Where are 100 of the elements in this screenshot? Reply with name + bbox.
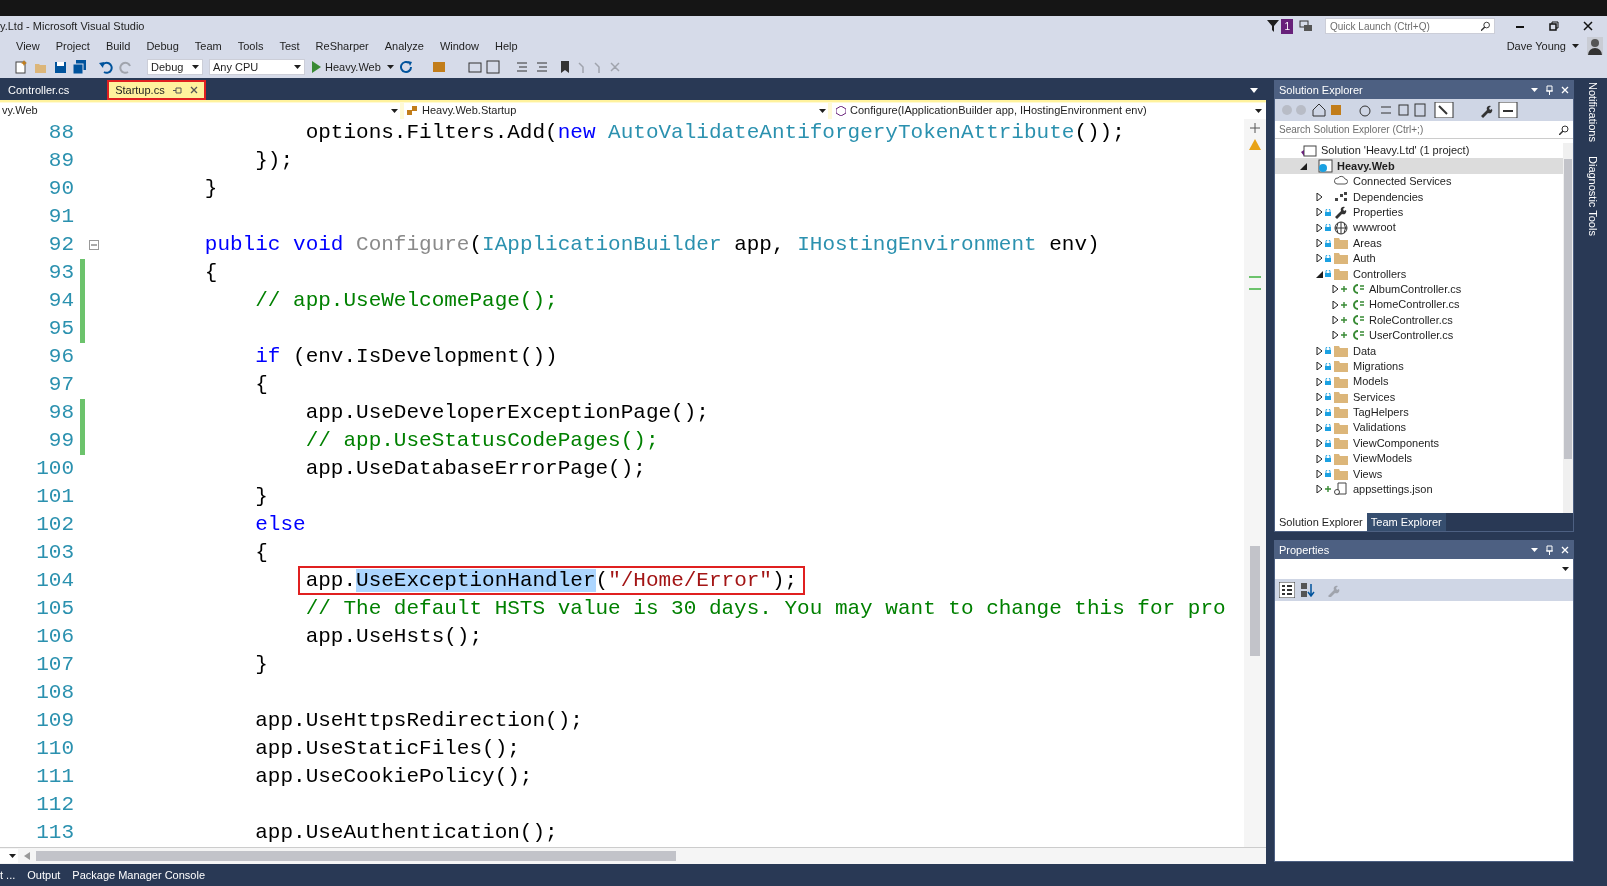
tree-item[interactable]: appsettings.json — [1275, 481, 1563, 497]
panel-tab[interactable]: Solution Explorer — [1275, 513, 1367, 531]
restore-icon[interactable] — [1549, 21, 1559, 31]
expand-arrow-icon[interactable] — [1315, 469, 1323, 478]
tree-item[interactable]: Connected Services — [1275, 173, 1563, 190]
caret-icon[interactable] — [1531, 548, 1538, 552]
expand-arrow-icon[interactable] — [1315, 223, 1323, 232]
expand-arrow-icon[interactable] — [1315, 408, 1323, 417]
tree-item[interactable]: Controllers — [1275, 266, 1563, 282]
scroll-left-icon[interactable] — [24, 852, 30, 860]
tree-item[interactable]: Areas — [1275, 235, 1563, 251]
tool-window-tab[interactable]: Package Manager Console — [72, 866, 205, 884]
menu-item[interactable]: Project — [47, 37, 98, 55]
collapse-arrow-icon[interactable] — [1315, 269, 1323, 278]
expand-arrow-icon[interactable] — [1315, 192, 1323, 201]
collapse-arrow-icon[interactable] — [1299, 162, 1307, 171]
caret-icon[interactable] — [1531, 88, 1538, 92]
code-line: app.UseCookiePolicy(); — [254, 764, 533, 791]
collapse-icon[interactable] — [89, 240, 99, 250]
feedback-icon[interactable] — [1299, 20, 1313, 32]
project-dropdown[interactable]: vy.Web — [0, 102, 400, 119]
menu-item[interactable]: Help — [487, 37, 526, 55]
expand-arrow-icon[interactable] — [1331, 285, 1339, 294]
save-all-icon[interactable] — [73, 60, 87, 74]
tree-item[interactable]: Services — [1275, 389, 1563, 405]
tree-item[interactable]: Models — [1275, 373, 1563, 390]
tree-item[interactable]: HomeController.cs — [1275, 296, 1563, 313]
tree-item[interactable]: Migrations — [1275, 358, 1563, 374]
close-icon[interactable] — [1583, 21, 1593, 31]
pin-icon[interactable] — [172, 86, 182, 94]
menu-item[interactable]: Build — [97, 37, 139, 55]
tree-item[interactable]: Dependencies — [1275, 189, 1563, 205]
sort-alphabetical-icon[interactable] — [1301, 583, 1315, 597]
configuration-dropdown[interactable]: Debug — [147, 59, 203, 75]
play-icon[interactable] — [311, 61, 321, 73]
user-name[interactable]: Dave Young — [1506, 37, 1566, 55]
categorized-icon[interactable] — [1279, 582, 1295, 598]
menu-item[interactable]: Analyze — [376, 37, 432, 55]
tree-item[interactable]: Validations — [1275, 420, 1563, 436]
expand-arrow-icon[interactable] — [1331, 300, 1339, 309]
expand-arrow-icon[interactable] — [1331, 316, 1339, 324]
expand-arrow-icon[interactable] — [1315, 392, 1323, 401]
menu-item[interactable]: Test — [271, 37, 308, 55]
refresh-icon[interactable] — [399, 60, 413, 74]
vertical-scrollbar[interactable] — [1244, 119, 1266, 847]
expand-arrow-icon[interactable] — [1315, 485, 1323, 494]
quick-launch-field[interactable]: Quick Launch (Ctrl+Q) — [1325, 18, 1495, 34]
filter-icon[interactable] — [1267, 20, 1280, 32]
platform-dropdown[interactable]: Any CPU — [209, 59, 305, 75]
tree-item-label: TagHelpers — [1353, 405, 1409, 421]
tool-window-tab[interactable]: t ... — [0, 866, 16, 884]
tree-item[interactable]: ViewModels — [1275, 450, 1563, 467]
document-tab[interactable]: Controller.cs — [0, 80, 78, 100]
scrollbar-thumb[interactable] — [1250, 546, 1260, 656]
save-icon[interactable] — [54, 60, 67, 74]
tab-list-caret-icon[interactable] — [1250, 88, 1258, 93]
type-dropdown[interactable]: Heavy.Web.Startup — [404, 102, 828, 119]
expand-arrow-icon[interactable] — [1315, 423, 1323, 432]
menu-item[interactable]: Debug — [138, 37, 187, 55]
menu-item[interactable]: ReSharper — [307, 37, 377, 55]
menu-item[interactable]: Team — [186, 37, 230, 55]
tree-item[interactable]: TagHelpers — [1275, 404, 1563, 421]
menu-item[interactable]: View — [8, 37, 48, 55]
document-tab[interactable]: Startup.cs — [107, 80, 206, 100]
tree-item[interactable]: AlbumController.cs — [1275, 281, 1563, 297]
expand-arrow-icon[interactable] — [1331, 331, 1339, 340]
expand-arrow-icon[interactable] — [1315, 346, 1323, 355]
expand-arrow-icon[interactable] — [1315, 454, 1323, 463]
expand-arrow-icon[interactable] — [1315, 208, 1323, 217]
expand-arrow-icon[interactable] — [1315, 439, 1323, 448]
side-tab[interactable]: Notifications — [1584, 82, 1601, 142]
horizontal-scrollbar-thumb[interactable] — [36, 851, 676, 861]
panel-tab[interactable]: Team Explorer — [1366, 513, 1446, 531]
avatar[interactable] — [1587, 37, 1603, 55]
tree-item[interactable]: RoleController.cs — [1275, 312, 1563, 328]
tree-item[interactable]: ViewComponents — [1275, 435, 1563, 451]
zoom-dropdown[interactable] — [0, 849, 18, 863]
tool-window-tab[interactable]: Output — [27, 866, 61, 884]
tree-item[interactable]: Solution 'Heavy.Ltd' (1 project) — [1275, 143, 1563, 159]
tree-item[interactable]: Properties — [1275, 204, 1563, 220]
menu-item[interactable]: Window — [431, 37, 488, 55]
new-item-icon[interactable] — [14, 60, 28, 74]
member-dropdown[interactable]: Configure(IApplicationBuilder app, IHostingEnvironment env) — [832, 102, 1266, 119]
tree-item[interactable]: Auth — [1275, 250, 1563, 267]
expand-arrow-icon[interactable] — [1315, 377, 1323, 386]
tree-item[interactable]: Views — [1275, 466, 1563, 482]
menu-item[interactable]: Tools — [229, 37, 272, 55]
expand-arrow-icon[interactable] — [1315, 362, 1323, 371]
vertical-scrollbar[interactable] — [1563, 143, 1573, 513]
tree-item[interactable]: Heavy.Web — [1275, 158, 1563, 174]
side-tab[interactable]: Diagnostic Tools — [1584, 155, 1601, 236]
close-icon[interactable] — [189, 86, 198, 94]
tree-item[interactable]: wwwroot — [1275, 219, 1563, 236]
undo-icon[interactable] — [99, 60, 113, 74]
start-button[interactable]: Heavy.Web — [325, 58, 381, 76]
expand-arrow-icon[interactable] — [1315, 239, 1323, 248]
expand-arrow-icon[interactable] — [1315, 254, 1323, 263]
split-icon[interactable] — [1250, 123, 1260, 133]
tree-item[interactable]: Data — [1275, 343, 1563, 359]
tree-item[interactable]: UserController.cs — [1275, 327, 1563, 344]
